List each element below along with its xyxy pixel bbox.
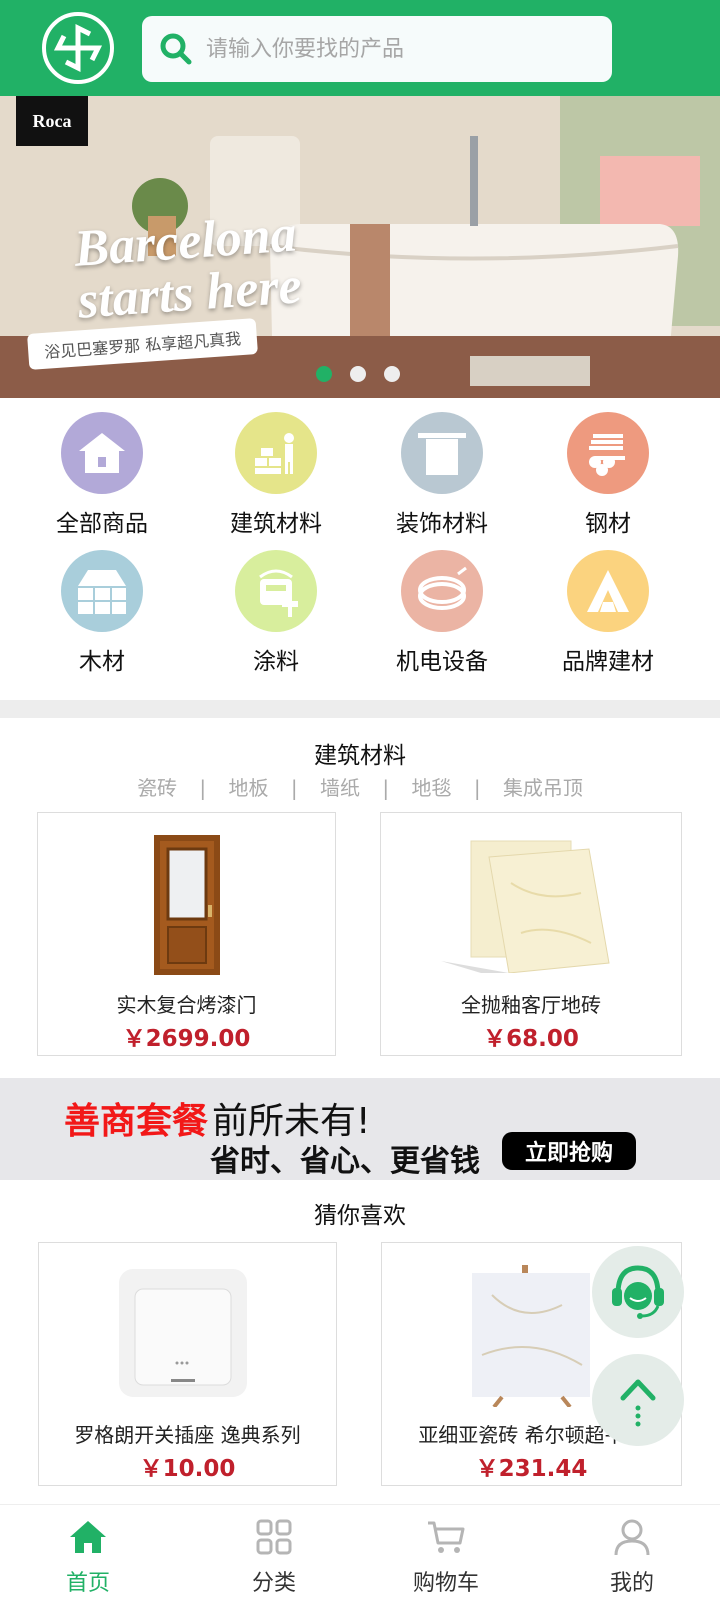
category-building-materials[interactable]: 建筑材料	[196, 412, 356, 538]
promo-subtitle: 省时、省心、更省钱	[210, 1144, 480, 1179]
buy-now-button[interactable]: 立即抢购	[502, 1132, 636, 1170]
paint-bucket-icon	[235, 550, 317, 632]
cart-icon	[428, 1521, 465, 1553]
separator: |	[473, 776, 481, 800]
bottom-tab-bar: 首页 分类 购物车 我的	[0, 1504, 720, 1600]
towel-rack-icon	[401, 412, 483, 494]
product-card[interactable]: 罗格朗开关插座 逸典系列 ￥10.00	[38, 1242, 337, 1486]
category-grid-icon	[256, 1519, 292, 1555]
subcategory-links: 瓷砖 | 地板 | 墙纸 | 地毯 | 集成吊顶	[0, 772, 720, 801]
tab-label: 我的	[609, 1571, 654, 1596]
package-promo-banner[interactable]: 善商套餐 前所未有! 省时、省心、更省钱 立即抢购	[0, 1078, 720, 1180]
tab-profile[interactable]: 我的	[572, 1511, 692, 1597]
product-card[interactable]: 实木复合烤漆门 ￥2699.00	[37, 812, 336, 1056]
product-price: ￥231.44	[475, 1456, 588, 1482]
tab-home[interactable]: 首页	[28, 1511, 148, 1597]
banner-title: Barcelona starts here	[72, 205, 304, 330]
category-wood[interactable]: 木材	[22, 550, 182, 676]
separator: |	[199, 776, 207, 800]
promo-carousel[interactable]: Roca Barcelona starts here 浴见巴塞罗那 私享超凡真我	[0, 96, 720, 398]
product-image-marble-tile	[472, 1265, 590, 1407]
user-icon	[614, 1519, 650, 1556]
category-electromechanical[interactable]: 机电设备	[362, 550, 522, 676]
category-label: 机电设备	[396, 649, 488, 675]
product-image-tile	[441, 840, 610, 973]
category-all-products[interactable]: 全部商品	[22, 412, 182, 538]
product-price: ￥68.00	[483, 1026, 579, 1052]
category-label: 木材	[79, 649, 125, 675]
category-label: 装饰材料	[396, 511, 488, 537]
product-image-switch	[119, 1269, 247, 1397]
category-label: 涂料	[253, 649, 299, 675]
search-bar[interactable]	[142, 16, 612, 82]
subcategory-ceiling[interactable]: 集成吊顶	[503, 772, 583, 801]
section-divider	[0, 700, 720, 718]
customer-service-icon	[612, 1265, 664, 1319]
product-card[interactable]: 全抛釉客厅地砖 ￥68.00	[380, 812, 682, 1056]
search-icon	[160, 33, 192, 65]
tab-label: 分类	[251, 1571, 296, 1596]
back-to-top-button[interactable]	[592, 1354, 684, 1446]
wood-planks-icon	[61, 550, 143, 632]
category-decoration-materials[interactable]: 装饰材料	[362, 412, 522, 538]
category-brand-materials[interactable]: 品牌建材	[528, 550, 688, 676]
worker-bricks-icon	[235, 412, 317, 494]
brand-a-icon	[567, 550, 649, 632]
category-label: 全部商品	[56, 511, 148, 537]
category-label: 品牌建材	[562, 649, 654, 675]
brand-logo: Roca	[16, 96, 88, 146]
carousel-dots	[316, 366, 400, 382]
subcategory-carpet[interactable]: 地毯	[411, 772, 451, 801]
app-header	[0, 0, 720, 96]
tab-category[interactable]: 分类	[214, 1511, 334, 1597]
tab-label: 首页	[65, 1571, 110, 1596]
tab-label: 购物车	[412, 1571, 479, 1596]
steel-pipes-icon	[567, 412, 649, 494]
carousel-dot-2[interactable]	[350, 366, 366, 382]
product-name: 实木复合烤漆门	[116, 993, 257, 1017]
product-image-door	[154, 835, 220, 975]
subcategory-tile[interactable]: 瓷砖	[137, 772, 177, 801]
carousel-dot-3[interactable]	[384, 366, 400, 382]
category-grid: 全部商品 建筑材料 装饰材料 钢材 木材 涂料 机电设备 品牌建材	[0, 400, 720, 700]
customer-service-button[interactable]	[592, 1246, 684, 1338]
category-label: 钢材	[585, 511, 631, 537]
product-price: ￥2699.00	[122, 1026, 251, 1052]
separator: |	[290, 776, 298, 800]
house-icon	[61, 412, 143, 494]
subcategory-wallpaper[interactable]: 墙纸	[320, 772, 360, 801]
carousel-dot-1[interactable]	[316, 366, 332, 382]
promo-highlight: 善商套餐	[64, 1101, 209, 1142]
product-name: 全抛釉客厅地砖	[461, 993, 601, 1017]
subcategory-floor[interactable]: 地板	[229, 772, 269, 801]
product-name: 罗格朗开关插座 逸典系列	[74, 1423, 301, 1447]
section-title-recommend: 猜你喜欢	[314, 1203, 406, 1229]
search-input[interactable]	[206, 36, 586, 62]
category-paint[interactable]: 涂料	[196, 550, 356, 676]
app-logo[interactable]	[42, 12, 114, 84]
cable-coil-icon	[401, 550, 483, 632]
product-price: ￥10.00	[139, 1456, 236, 1482]
section-title-building: 建筑材料	[314, 743, 406, 769]
pinwheel-logo-icon	[53, 23, 103, 73]
separator: |	[382, 776, 390, 800]
home-icon	[70, 1521, 106, 1553]
back-to-top-icon	[620, 1379, 656, 1427]
tab-cart[interactable]: 购物车	[386, 1511, 506, 1597]
category-label: 建筑材料	[230, 511, 322, 537]
category-steel[interactable]: 钢材	[528, 412, 688, 538]
